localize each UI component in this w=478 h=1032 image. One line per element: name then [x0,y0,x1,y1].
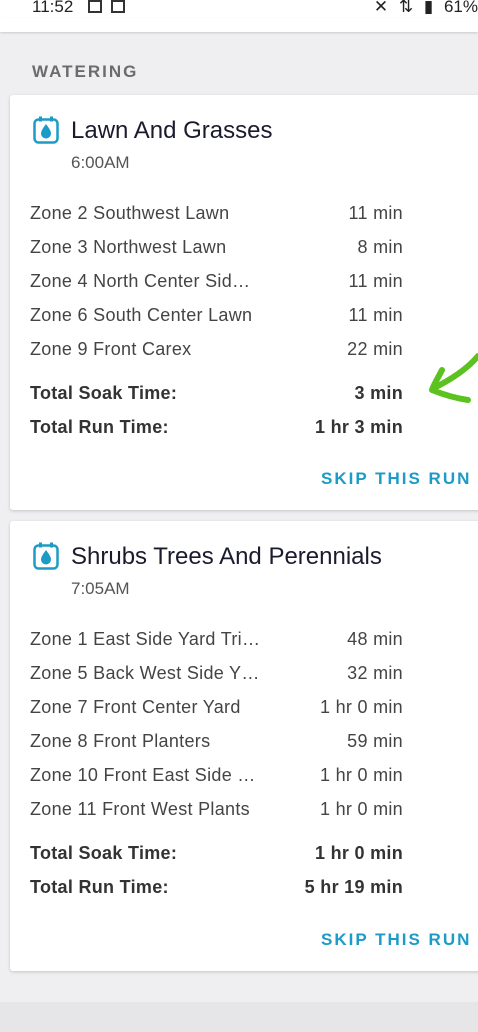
zone-duration: 32 min [347,663,403,683]
zone-duration: 11 min [348,271,403,291]
total-soak-value: 3 min [354,383,403,403]
zone-name: Zone 3 Northwest Lawn [30,237,227,257]
total-soak-row: Total Soak Time: 3 min [30,379,403,413]
zone-row: Zone 1 East Side Yard Tri… 48 min [30,625,403,659]
program-name: Shrubs Trees And Perennials [71,543,382,570]
zone-name: Zone 5 Back West Side Y… [30,663,260,683]
zone-name: Zone 7 Front Center Yard [30,697,241,717]
annotation-arrow-icon [429,353,478,403]
zone-name: Zone 4 North Center Sid… [30,271,251,291]
zone-duration: 48 min [347,629,403,649]
zone-duration: 11 min [348,305,403,325]
zone-row: Zone 8 Front Planters 59 min [30,727,403,761]
total-soak-row: Total Soak Time: 1 hr 0 min [30,839,403,873]
zone-duration: 11 min [348,203,403,223]
program-start-time: 6:00AM [71,153,130,172]
total-run-row: Total Run Time: 5 hr 19 min [30,873,403,907]
zone-row: Zone 4 North Center Sid… 11 min [30,267,403,301]
zone-name: Zone 2 Southwest Lawn [30,203,230,223]
total-run-label: Total Run Time: [30,417,169,437]
zone-name: Zone 9 Front Carex [30,339,192,359]
zone-duration: 1 hr 0 min [319,697,403,717]
zone-name: Zone 11 Front West Plants [30,799,250,819]
zone-name: Zone 1 East Side Yard Tri… [30,629,261,649]
battery-level: 61% [443,0,478,16]
zone-row: Zone 10 Front East Side … 1 hr 0 min [30,761,403,795]
notes-icon [88,0,102,13]
program-start-time: 7:05AM [71,579,130,598]
program-card: Lawn And Grasses 6:00AM Zone 2 Southwest… [10,95,478,510]
zone-row: Zone 9 Front Carex 22 min [30,335,403,369]
zone-duration: 59 min [347,731,403,751]
next-card-edge [0,1002,478,1032]
total-soak-label: Total Soak Time: [30,383,178,403]
total-run-value: 5 hr 19 min [304,877,403,897]
data-icon: ⇅ [398,0,414,16]
zone-row: Zone 11 Front West Plants 1 hr 0 min [30,795,403,829]
total-run-label: Total Run Time: [30,877,169,897]
program-card: Shrubs Trees And Perennials 7:05AM Zone … [10,521,478,971]
zone-duration: 22 min [347,339,403,359]
zone-list: Zone 1 East Side Yard Tri… 48 min Zone 5… [30,625,403,907]
zone-row: Zone 3 Northwest Lawn 8 min [30,233,403,267]
signal-icon: ▮ [423,0,434,16]
mute-icon: ✕ [373,0,389,16]
status-right-group: ✕ ⇅ ▮ 61% [368,0,478,17]
zone-name: Zone 10 Front East Side … [30,765,256,785]
zone-duration: 1 hr 0 min [319,799,403,819]
previous-card-edge [0,18,478,32]
zone-row: Zone 5 Back West Side Y… 32 min [30,659,403,693]
total-soak-value: 1 hr 0 min [314,843,403,863]
zone-name: Zone 8 Front Planters [30,731,211,751]
zone-list: Zone 2 Southwest Lawn 11 min Zone 3 Nort… [30,199,403,447]
program-name: Lawn And Grasses [71,117,273,144]
skip-this-run-button[interactable]: SKIP THIS RUN [321,930,471,950]
section-title: WATERING [32,62,139,81]
clock: 11:52 [32,0,74,16]
zone-row: Zone 2 Southwest Lawn 11 min [30,199,403,233]
total-run-value: 1 hr 3 min [314,417,403,437]
total-run-row: Total Run Time: 1 hr 3 min [30,413,403,447]
water-drop-icon [33,116,59,144]
total-soak-label: Total Soak Time: [30,843,178,863]
zone-duration: 1 hr 0 min [319,765,403,785]
zone-row: Zone 6 South Center Lawn 11 min [30,301,403,335]
zone-name: Zone 6 South Center Lawn [30,305,253,325]
image-icon [111,0,125,13]
status-bar: 11:52 ✕ ⇅ ▮ 61% [0,0,478,18]
zone-row: Zone 7 Front Center Yard 1 hr 0 min [30,693,403,727]
zone-duration: 8 min [357,237,403,257]
skip-this-run-button[interactable]: SKIP THIS RUN [321,469,471,489]
water-drop-icon [33,542,59,570]
